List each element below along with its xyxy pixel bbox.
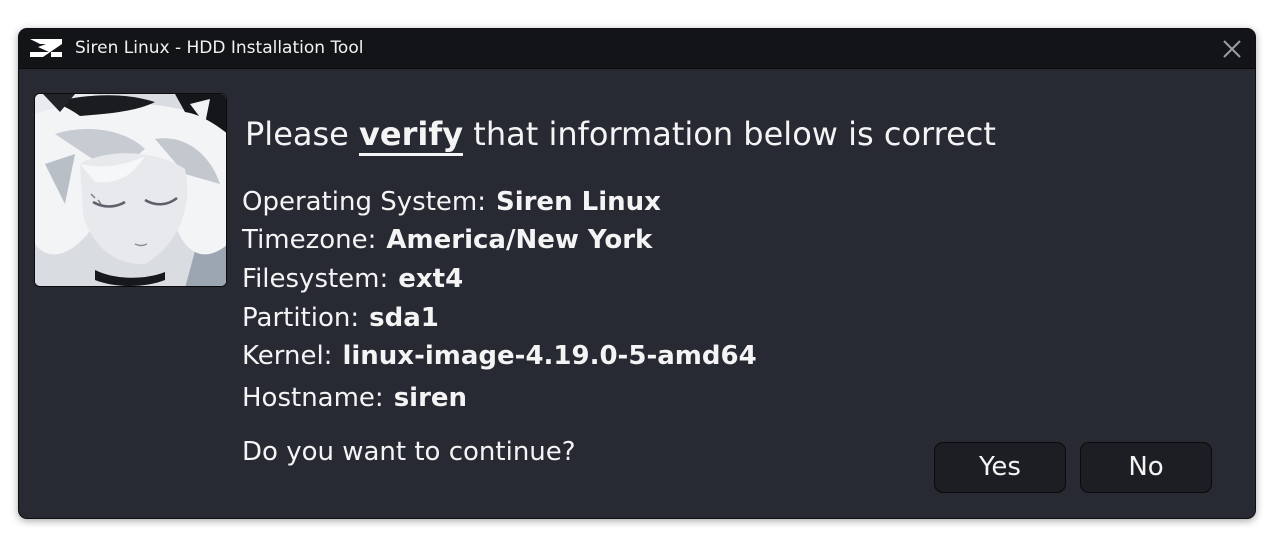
info-label: Operating System: bbox=[242, 187, 486, 217]
heading-emphasis: verify bbox=[359, 115, 464, 156]
info-row-operating-system: Operating System: Siren Linux bbox=[242, 184, 661, 220]
title-bar[interactable]: Siren Linux - HDD Installation Tool bbox=[19, 29, 1255, 69]
info-label: Kernel: bbox=[242, 341, 333, 371]
window-title: Siren Linux - HDD Installation Tool bbox=[75, 38, 364, 58]
info-row-filesystem: Filesystem: ext4 bbox=[242, 261, 463, 297]
heading-prefix: Please bbox=[245, 115, 349, 153]
info-label: Filesystem: bbox=[242, 264, 389, 294]
avatar-image bbox=[34, 93, 227, 287]
siren-logo-icon bbox=[30, 39, 62, 57]
anime-character-illustration bbox=[35, 94, 226, 286]
info-value: Siren Linux bbox=[495, 187, 661, 217]
continue-question: Do you want to continue? bbox=[242, 437, 576, 467]
info-value: linux-image-4.19.0-5-amd64 bbox=[342, 341, 757, 371]
heading-suffix: that information below is correct bbox=[473, 115, 996, 153]
info-label: Partition: bbox=[242, 303, 360, 333]
info-value: siren bbox=[393, 383, 468, 413]
close-icon[interactable] bbox=[1219, 36, 1245, 62]
info-label: Timezone: bbox=[242, 225, 377, 255]
info-value: ext4 bbox=[398, 264, 464, 294]
info-value: sda1 bbox=[369, 303, 439, 333]
info-row-kernel: Kernel: linux-image-4.19.0-5-amd64 bbox=[242, 338, 757, 374]
info-value: America/New York bbox=[386, 225, 653, 255]
dialog-heading: Please verify that information below is … bbox=[245, 112, 996, 156]
info-row-partition: Partition: sda1 bbox=[242, 300, 439, 336]
info-row-timezone: Timezone: America/New York bbox=[242, 222, 652, 258]
installer-dialog-window: Siren Linux - HDD Installation Tool Plea… bbox=[18, 28, 1256, 519]
info-row-hostname: Hostname: siren bbox=[242, 380, 467, 416]
yes-button[interactable]: Yes bbox=[934, 442, 1066, 493]
no-button[interactable]: No bbox=[1080, 442, 1212, 493]
info-label: Hostname: bbox=[242, 383, 384, 413]
